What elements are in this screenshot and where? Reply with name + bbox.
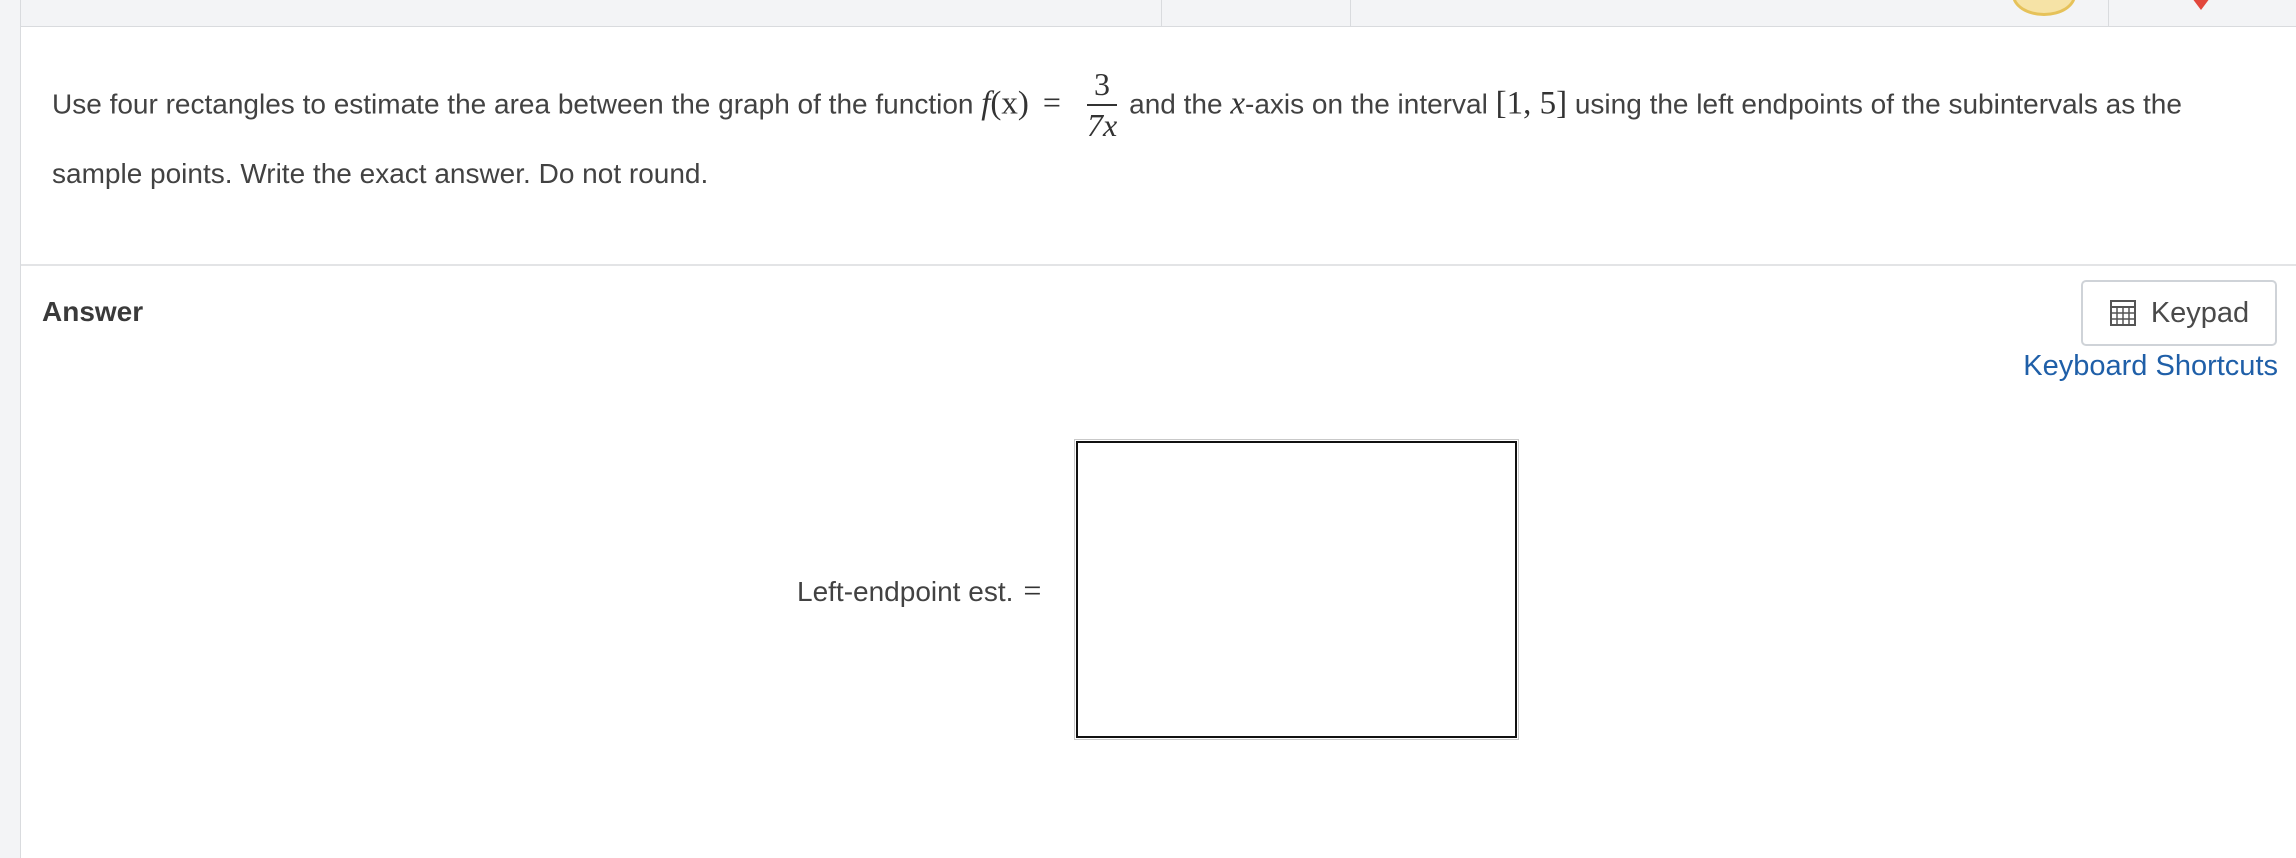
top-toolbar: [21, 0, 2296, 27]
fraction-denominator: 7x: [1086, 107, 1118, 143]
page-frame: Use four rectangles to estimate the area…: [0, 0, 2296, 858]
axis-variable: x: [1230, 85, 1246, 122]
toolbar-divider: [1350, 0, 1351, 26]
toolbar-divider: [1161, 0, 1162, 26]
question-intro: Use four rectangles to estimate the area…: [52, 88, 982, 120]
interval: [1, 5]: [1495, 85, 1568, 122]
function-fraction: 3 7x: [1086, 64, 1118, 144]
equals-sign: =: [1042, 84, 1061, 121]
question-text: Use four rectangles to estimate the area…: [52, 66, 2272, 202]
section-divider: [21, 264, 2296, 266]
keypad-label: Keypad: [2150, 296, 2250, 329]
left-gutter: [0, 0, 21, 858]
question-middle-2: -axis on the interval: [1245, 88, 1496, 120]
answer-label: Left-endpoint est. =: [797, 572, 1041, 609]
keyboard-shortcuts-link[interactable]: Keyboard Shortcuts: [2023, 350, 2278, 383]
heart-icon[interactable]: [2184, 0, 2218, 12]
answer-equals-sign: =: [1023, 572, 1042, 608]
answer-label-text: Left-endpoint est.: [797, 576, 1014, 607]
keypad-button[interactable]: Keypad: [2081, 280, 2277, 346]
calculator-icon: [2109, 300, 2136, 326]
fraction-numerator: 3: [1086, 64, 1118, 106]
answer-input[interactable]: [1074, 439, 1519, 740]
toolbar-divider: [2108, 0, 2109, 26]
function-arg: (x): [990, 85, 1029, 122]
answer-heading: Answer: [42, 296, 144, 327]
question-middle-1: and the: [1129, 88, 1231, 120]
